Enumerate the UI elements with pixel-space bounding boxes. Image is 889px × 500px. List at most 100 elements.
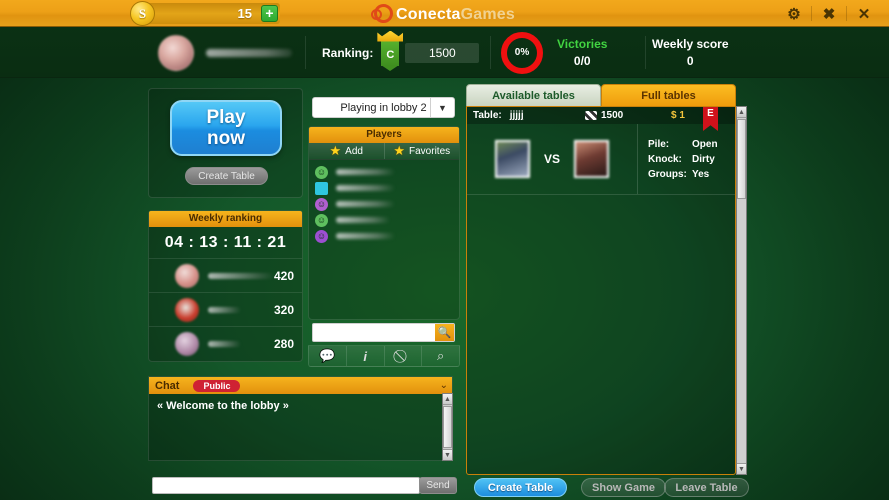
vs-label: VS (543, 152, 560, 166)
chat-icon[interactable]: 💬 (309, 346, 346, 366)
play-now-line1: Play (206, 107, 246, 128)
chevron-down-icon[interactable]: ⌄ (440, 380, 448, 391)
ranking-label: Ranking: (322, 45, 374, 60)
tab-full-tables[interactable]: Full tables (601, 84, 736, 107)
create-table-button[interactable]: Create Table (474, 478, 567, 497)
avatar (175, 263, 199, 288)
table-row-header[interactable]: Table: jjjjj 1500 $ 1 E (467, 107, 735, 131)
table-row[interactable]: VS Pile: Open Knock: Dirty Groups: Yes (467, 124, 735, 194)
close-icon[interactable]: ✕ (849, 0, 879, 27)
tab-available-tables[interactable]: Available tables (466, 84, 601, 107)
scroll-up-button[interactable]: ▲ (443, 394, 452, 405)
weekly-rank-row[interactable]: 420 (149, 258, 302, 292)
scroll-down-button[interactable]: ▼ (737, 463, 746, 474)
chips-icon (585, 111, 597, 120)
rule-groups-label: Groups: (648, 168, 687, 180)
table-rules: Pile: Open Knock: Dirty Groups: Yes (637, 124, 735, 194)
add-player-button[interactable]: ★ Add (309, 143, 384, 159)
status-smiley-icon: ☺ (315, 197, 328, 211)
rule-pile: Pile: Open (648, 139, 735, 150)
username-redacted (336, 185, 395, 191)
play-now-line2: now (207, 128, 245, 149)
victories-block: Victories 0/0 (557, 27, 607, 78)
info-icon[interactable]: i (345, 346, 384, 366)
weekly-rank-score: 420 (273, 268, 294, 283)
chat-message: « Welcome to the lobby » (157, 400, 289, 412)
chevron-down-icon[interactable]: ▼ (430, 98, 454, 117)
player-search-input[interactable]: 🔍 (312, 323, 455, 342)
list-item[interactable]: ☺ (309, 228, 459, 244)
divider (846, 6, 847, 21)
weekly-rank-score: 280 (273, 336, 294, 351)
players-toolbar: ★ Add ★ Favorites (309, 143, 459, 160)
list-item[interactable] (309, 180, 459, 196)
conecta-logo-icon (371, 4, 394, 23)
search-icon[interactable]: 🔍 (435, 324, 454, 341)
scrollbar-thumb[interactable] (737, 119, 746, 199)
weekly-countdown-timer: 04 : 13 : 11 : 21 (164, 234, 287, 251)
table-chips: 1500 (585, 110, 623, 121)
weekly-score-value: 0 (686, 54, 694, 68)
chat-input[interactable] (152, 477, 420, 494)
add-label: Add (345, 145, 363, 157)
show-game-button: Show Game (581, 478, 666, 497)
lobby-select[interactable]: Playing in lobby 2 ▼ (312, 97, 455, 118)
players-header: Players (309, 127, 459, 143)
favorites-label: Favorites (409, 145, 451, 157)
divider (645, 36, 646, 69)
rule-knock-value: Dirty (692, 153, 715, 165)
scroll-down-button[interactable]: ▼ (443, 449, 452, 460)
brand-logo-title: ConectaGames (0, 4, 889, 24)
weekly-ranking-panel: Weekly ranking 04 : 13 : 11 : 21 420 320… (148, 210, 303, 362)
status-smiley-icon: ☺ (315, 229, 328, 243)
divider (811, 6, 812, 21)
username-redacted (336, 217, 390, 223)
username-redacted (206, 48, 292, 57)
gear-icon[interactable]: ⚙ (779, 0, 809, 27)
create-table-button-small[interactable]: Create Table (185, 167, 268, 185)
chat-scope-badge[interactable]: Public (193, 379, 241, 392)
add-search-icon[interactable]: ⌕ (421, 346, 459, 366)
username-redacted (336, 233, 395, 239)
chat-scrollbar[interactable]: ▲ ▼ (442, 393, 453, 461)
rule-groups-value: Yes (692, 168, 710, 180)
send-button[interactable]: Send (419, 477, 457, 494)
block-icon[interactable]: ⃠ (383, 346, 422, 366)
list-item[interactable]: ☺ (309, 212, 459, 228)
list-item[interactable]: ☺ (309, 196, 459, 212)
chat-panel: Chat Public ⌄ « Welcome to the lobby » (148, 376, 453, 461)
table-cost: $ 1 (671, 110, 685, 121)
rank-letter: C (386, 48, 395, 61)
rank-value: 1500 (405, 42, 480, 63)
avatar (175, 331, 199, 356)
rule-groups: Groups: Yes (648, 169, 735, 180)
victories-label: Victories (557, 37, 608, 51)
table-chips-value: 1500 (601, 110, 624, 121)
win-percent-block: 0% (501, 27, 543, 78)
list-item[interactable]: ☺ (309, 164, 459, 180)
user-profile[interactable] (158, 27, 292, 78)
status-smiley-icon: ☺ (315, 165, 328, 179)
play-now-button[interactable]: Play now (170, 100, 282, 156)
weekly-rank-row[interactable]: 280 (149, 326, 302, 360)
rule-pile-value: Open (692, 138, 718, 150)
crown-icon (377, 30, 404, 42)
chat-header: Chat Public ⌄ (149, 377, 452, 394)
resize-icon[interactable]: ✖ (814, 0, 844, 27)
star-plus-icon: ★ (329, 143, 342, 158)
tables-panel: Table: jjjjj 1500 $ 1 E VS Pile: Open Kn… (466, 106, 736, 475)
weekly-rank-score: 320 (273, 302, 294, 317)
scroll-up-button[interactable]: ▲ (737, 107, 746, 118)
divider (305, 36, 306, 69)
table-players: VS (467, 124, 637, 194)
star-icon: ★ (393, 143, 406, 158)
percent-ring: 0% (501, 31, 543, 74)
game-lobby-window: S 15 + ConectaGames ⚙ ✖ ✕ Ranking: C 150… (0, 0, 889, 500)
divider (467, 194, 735, 195)
favorites-button[interactable]: ★ Favorites (383, 143, 460, 159)
weekly-rank-row[interactable]: 320 (149, 292, 302, 326)
scrollbar-thumb[interactable] (443, 406, 452, 448)
tables-scrollbar[interactable]: ▲ ▼ (736, 106, 747, 475)
chat-messages: « Welcome to the lobby » (149, 394, 452, 418)
username-redacted (336, 169, 395, 175)
